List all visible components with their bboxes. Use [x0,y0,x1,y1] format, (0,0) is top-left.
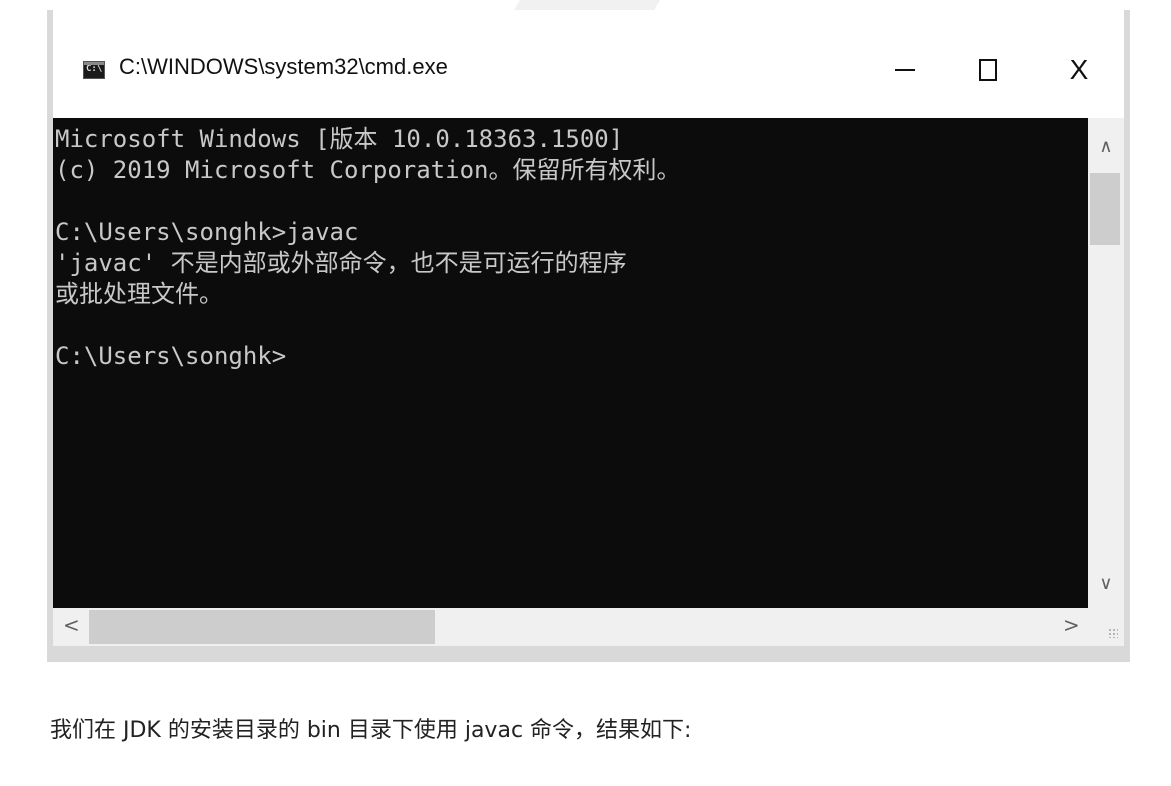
vertical-scroll-thumb[interactable] [1090,173,1120,245]
vertical-scrollbar[interactable]: ∧ ∨ [1088,118,1124,608]
title-bar[interactable]: C:\WINDOWS\system32\cmd.exe X [53,10,1124,118]
window-title: C:\WINDOWS\system32\cmd.exe [119,54,448,79]
horizontal-scrollbar[interactable]: < > [53,608,1088,646]
close-button[interactable]: X [1049,40,1109,100]
cmd-window: C:\WINDOWS\system32\cmd.exe X Microsoft … [47,10,1130,662]
resize-grip-icon[interactable] [1088,608,1124,646]
console-text: Microsoft Windows [版本 10.0.18363.1500] (… [55,125,681,370]
caption-text: 我们在 JDK 的安装目录的 bin 目录下使用 javac 命令，结果如下: [50,718,692,743]
cmd-app-icon[interactable] [83,61,105,79]
maximize-button[interactable] [958,40,1018,100]
scroll-left-icon[interactable]: < [63,613,80,637]
scroll-up-icon[interactable]: ∧ [1088,136,1124,157]
horizontal-scroll-thumb[interactable] [89,610,435,644]
scroll-down-icon[interactable]: ∨ [1088,573,1124,594]
minimize-icon [895,69,915,71]
minimize-button[interactable] [875,40,935,100]
maximize-icon [979,59,997,81]
console-output[interactable]: Microsoft Windows [版本 10.0.18363.1500] (… [53,118,1088,608]
scroll-right-icon[interactable]: > [1063,613,1080,637]
